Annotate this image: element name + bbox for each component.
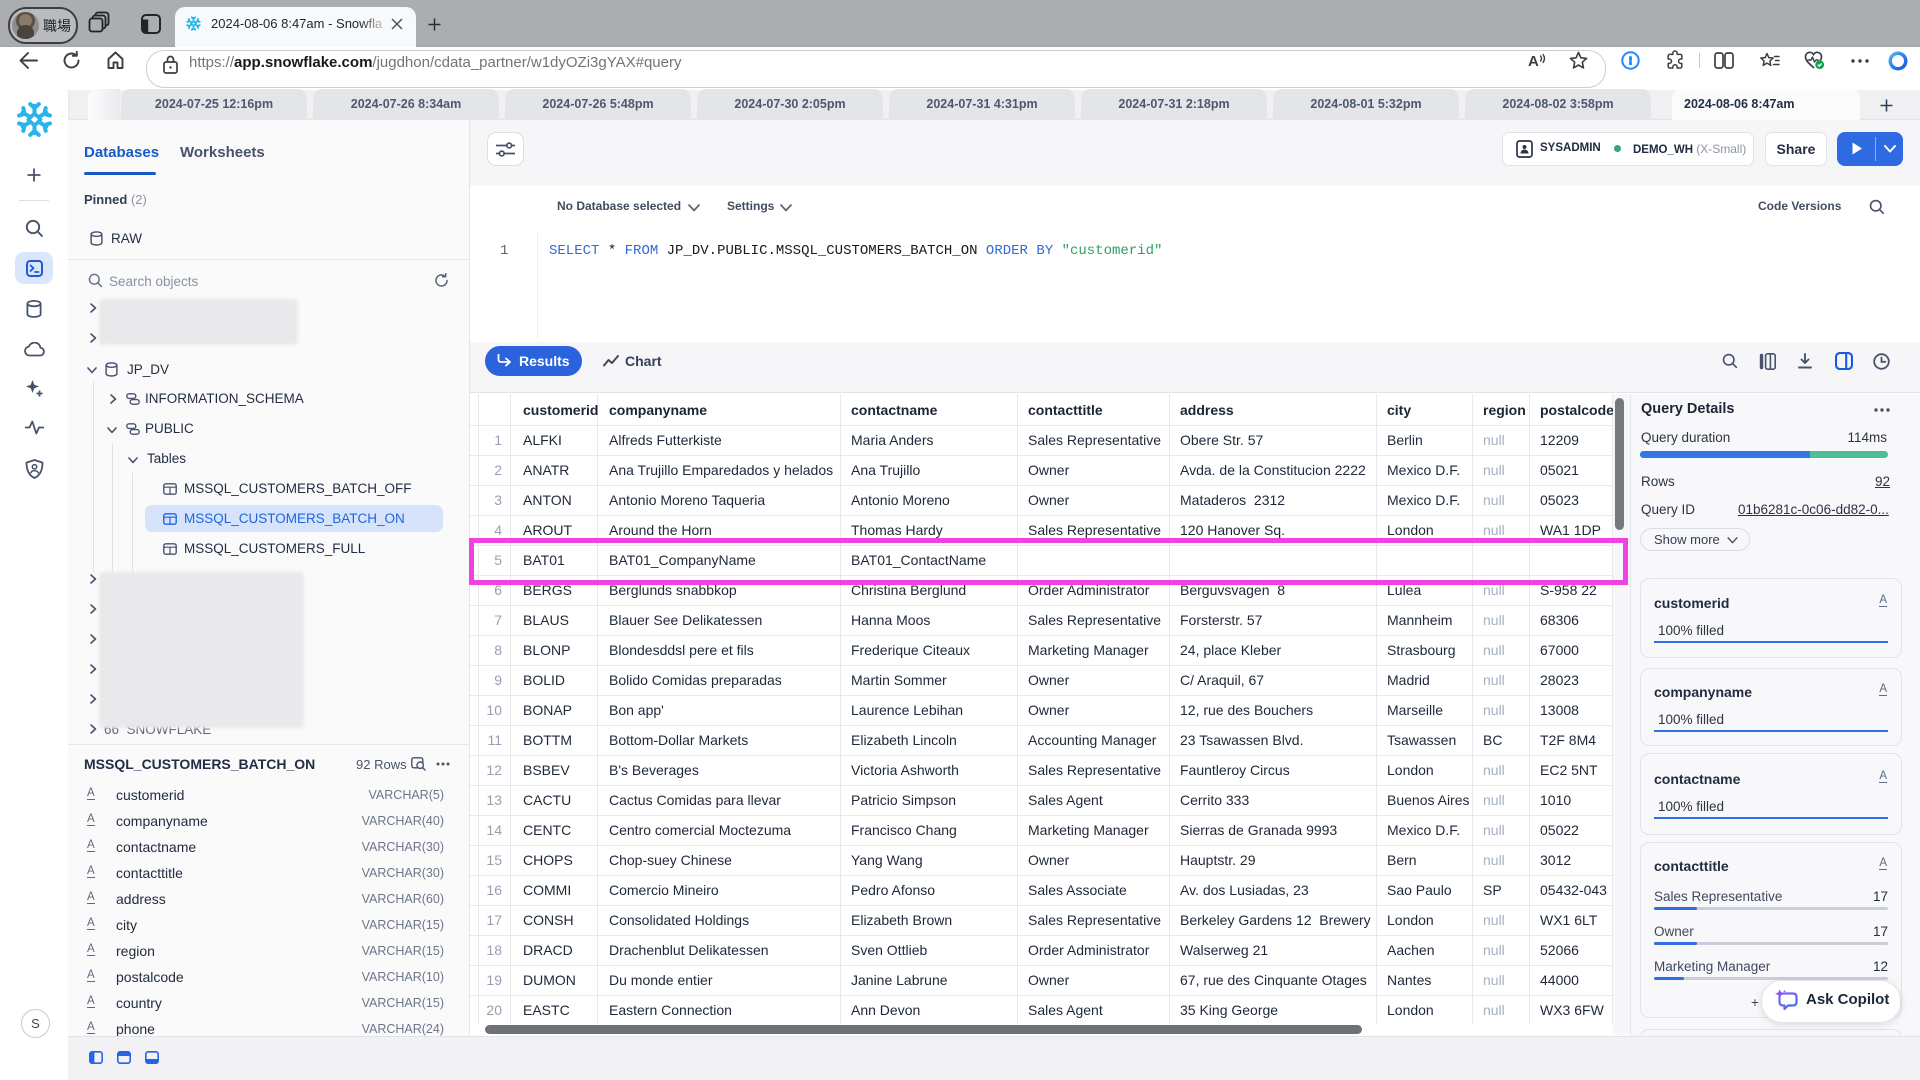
svg-text:A: A — [1528, 53, 1539, 70]
